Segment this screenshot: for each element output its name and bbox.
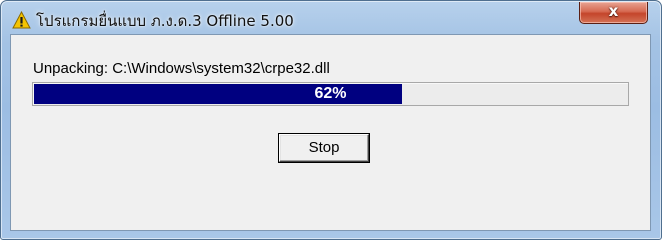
dialog-body: Unpacking: C:\Windows\system32\crpe32.dl…: [10, 34, 651, 231]
window-title: โปรแกรมยื่นแบบ ภ.ง.ด.3 Offline 5.00: [36, 12, 294, 30]
progress-label: 62%: [314, 85, 347, 102]
close-button[interactable]: x: [579, 2, 648, 24]
status-text: Unpacking: C:\Windows\system32\crpe32.dl…: [33, 60, 330, 77]
progress-bar: 62%: [32, 82, 629, 106]
title-bar[interactable]: โปรแกรมยื่นแบบ ภ.ง.ด.3 Offline 5.00 x: [1, 1, 661, 33]
stop-button[interactable]: Stop: [279, 134, 369, 162]
warning-icon: [12, 10, 31, 29]
dialog-window: โปรแกรมยื่นแบบ ภ.ง.ด.3 Offline 5.00 x Un…: [0, 0, 662, 240]
close-icon: x: [608, 2, 619, 20]
